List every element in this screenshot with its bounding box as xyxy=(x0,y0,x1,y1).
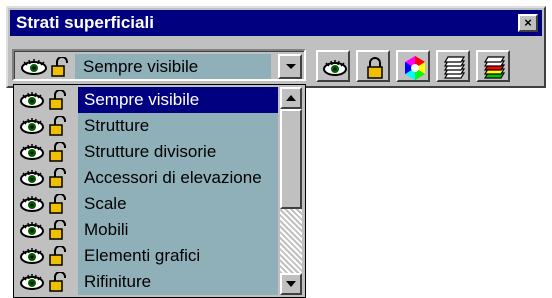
list-item[interactable]: Sempre visibile xyxy=(16,87,278,113)
list-item[interactable]: Accessori di elevazione xyxy=(16,165,278,191)
eye-icon xyxy=(20,170,44,186)
list-item[interactable]: Scale xyxy=(16,191,278,217)
vertical-scrollbar[interactable] xyxy=(280,87,302,295)
combo-icons xyxy=(21,56,75,77)
close-icon: × xyxy=(524,15,532,30)
unlock-icon xyxy=(49,90,66,110)
eye-lock-icons xyxy=(20,272,66,292)
list-item-label: Rifiniture xyxy=(78,269,278,295)
list-item[interactable]: Elementi grafici xyxy=(16,243,278,269)
eye-icon xyxy=(323,60,347,76)
eye-icon xyxy=(20,274,44,290)
list-item-label: Scale xyxy=(78,191,278,217)
eye-lock-icons xyxy=(20,90,66,110)
unlock-icon xyxy=(49,220,66,240)
layer-combo-box[interactable]: Sempre visibile xyxy=(12,49,306,81)
layers-color-icon xyxy=(483,56,506,79)
list-item[interactable]: Strutture xyxy=(16,113,278,139)
list-item[interactable]: Strutture divisorie xyxy=(16,139,278,165)
unlock-icon xyxy=(49,168,66,188)
eye-lock-icons xyxy=(20,142,66,162)
scroll-up-button[interactable] xyxy=(280,87,302,109)
unlock-icon xyxy=(49,116,66,136)
eye-icon xyxy=(20,196,44,212)
scrollbar-thumb[interactable] xyxy=(280,109,302,209)
list-item[interactable]: Mobili xyxy=(16,217,278,243)
unlock-icon xyxy=(49,194,66,214)
unlock-icon xyxy=(49,246,66,266)
eye-lock-icons xyxy=(20,220,66,240)
eye-lock-icons xyxy=(20,246,66,266)
unlock-icon xyxy=(49,272,66,292)
scroll-down-button[interactable] xyxy=(280,273,302,295)
eye-icon xyxy=(20,118,44,134)
combo-selected-value[interactable]: Sempre visibile xyxy=(75,54,271,79)
eye-icon xyxy=(20,144,44,160)
eye-icon xyxy=(20,222,44,238)
layer-dropdown-list[interactable]: Sempre visibile Strutture Strutture divi… xyxy=(13,84,306,298)
combo-dropdown-button[interactable] xyxy=(278,54,302,79)
unlock-icon xyxy=(51,56,68,77)
layers-color-button[interactable] xyxy=(476,50,510,82)
eye-lock-icons xyxy=(20,116,66,136)
list-item-label: Elementi grafici xyxy=(78,243,278,269)
chevron-up-icon xyxy=(286,95,296,101)
chevron-down-icon xyxy=(286,64,296,69)
eye-lock-icons xyxy=(20,194,66,214)
list-item-label: Sempre visibile xyxy=(78,87,278,113)
eye-icon xyxy=(20,92,44,108)
lock-button[interactable] xyxy=(356,50,390,82)
show-all-button[interactable] xyxy=(316,50,350,82)
list-item-label: Mobili xyxy=(78,217,278,243)
eye-icon xyxy=(21,59,47,75)
lock-icon xyxy=(367,57,383,79)
list-item-label: Strutture xyxy=(78,113,278,139)
eye-lock-icons xyxy=(20,168,66,188)
color-button[interactable] xyxy=(396,50,430,82)
scrollbar-track[interactable] xyxy=(280,209,302,273)
layers-icon xyxy=(443,56,466,79)
color-wheel-icon xyxy=(405,56,425,80)
title-bar[interactable]: Strati superficiali × xyxy=(10,10,542,36)
eye-icon xyxy=(20,248,44,264)
layer-list: Sempre visibile Strutture Strutture divi… xyxy=(16,87,278,297)
list-item[interactable]: Rifiniture xyxy=(16,269,278,295)
unlock-icon xyxy=(49,142,66,162)
combo-field: Sempre visibile xyxy=(14,51,304,79)
list-item-label: Accessori di elevazione xyxy=(78,165,278,191)
close-button[interactable]: × xyxy=(518,14,538,32)
list-item-label: Strutture divisorie xyxy=(78,139,278,165)
chevron-down-icon xyxy=(286,281,296,287)
window-title: Strati superficiali xyxy=(16,13,154,32)
layers-button[interactable] xyxy=(436,50,470,82)
